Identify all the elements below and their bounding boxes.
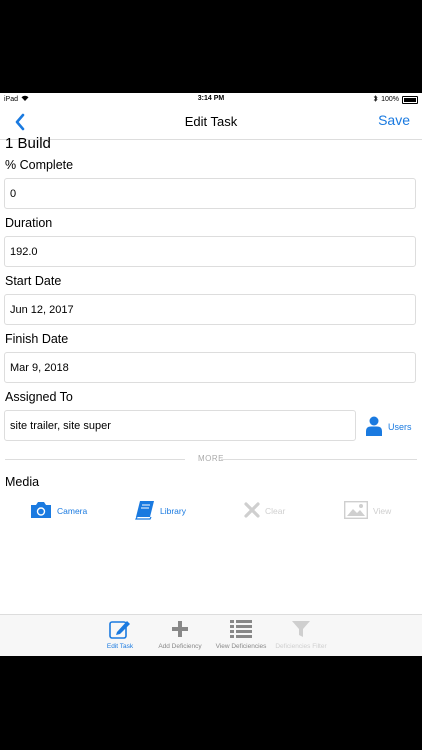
tab-deficiencies-filter-label: Deficiencies Filter (275, 643, 327, 650)
duration-input[interactable]: 192.0 (4, 236, 416, 267)
duration-label: Duration (5, 216, 53, 230)
tab-deficiencies-filter[interactable]: Deficiencies Filter (261, 619, 341, 650)
divider-line-right (221, 459, 417, 460)
clear-label: Clear (265, 506, 286, 516)
library-button[interactable]: Library (135, 500, 186, 522)
nav-title: Edit Task (184, 114, 238, 129)
status-bar: iPad 3:14 PM 100% (0, 93, 422, 105)
more-divider[interactable]: MORE (5, 453, 417, 465)
library-label: Library (160, 506, 186, 516)
camera-icon (30, 501, 52, 521)
percent-complete-input[interactable]: 0 (4, 178, 416, 209)
users-label: Users (388, 422, 412, 432)
battery-icon (402, 95, 418, 104)
finish-date-input[interactable]: Mar 9, 2018 (4, 352, 416, 383)
task-title: 1 Build (5, 135, 51, 152)
navigation-bar: Edit Task Save (0, 105, 422, 140)
camera-label: Camera (57, 506, 88, 516)
percent-complete-label: % Complete (5, 158, 74, 172)
clear-button[interactable]: Clear (244, 500, 285, 522)
users-button[interactable]: Users (366, 413, 416, 441)
tab-bar: Edit Task Add Deficiency View Deficienci… (0, 614, 422, 656)
assigned-to-input[interactable]: site trailer, site super (4, 410, 356, 441)
app-screen: iPad 3:14 PM 100% Edit Task Save 1 Build… (0, 93, 422, 656)
image-icon (343, 500, 369, 521)
assigned-to-label: Assigned To (5, 390, 73, 404)
user-icon (366, 416, 382, 438)
start-date-input[interactable]: Jun 12, 2017 (4, 294, 416, 325)
save-button[interactable]: Save (378, 112, 410, 128)
tab-add-deficiency-label: Add Deficiency (158, 643, 202, 650)
media-title: Media (5, 475, 40, 489)
start-date-label: Start Date (5, 274, 62, 288)
view-label: View (373, 506, 392, 516)
filter-icon (261, 619, 341, 639)
status-time: 3:14 PM (197, 95, 225, 102)
close-icon (244, 502, 260, 520)
book-icon (135, 500, 155, 522)
finish-date-label: Finish Date (5, 332, 69, 346)
tab-view-deficiencies-label: View Deficiencies (215, 643, 267, 650)
battery-percent: 100% (381, 96, 399, 103)
view-button[interactable]: View (343, 500, 392, 522)
tab-edit-task-label: Edit Task (106, 643, 134, 650)
bluetooth-icon (373, 95, 378, 104)
camera-button[interactable]: Camera (30, 500, 87, 522)
